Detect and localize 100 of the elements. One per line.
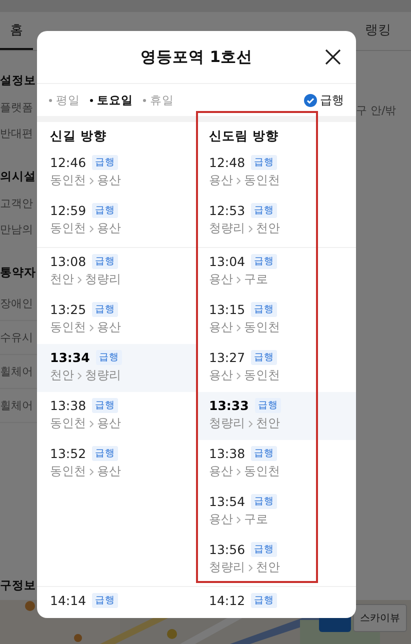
section-heading: 통약자 xyxy=(0,265,37,281)
express-badge: 급행 xyxy=(92,203,118,218)
direction-heading: 신도림 방향 xyxy=(208,127,280,145)
list-item-text: 고객안 xyxy=(0,196,34,212)
route-destination: 청량리 xyxy=(85,271,121,288)
departure-time: 12:46 xyxy=(50,155,86,170)
chevron-icon xyxy=(89,224,94,232)
route-destination: 용산 xyxy=(97,220,121,237)
route-origin: 용산 xyxy=(209,271,233,288)
chevron-icon xyxy=(77,276,82,284)
departure-time: 13:34 xyxy=(50,350,90,365)
departure-time: 13:27 xyxy=(209,350,246,365)
chevron-icon xyxy=(89,420,94,428)
express-badge: 급행 xyxy=(251,203,278,218)
chevron-icon xyxy=(89,176,94,184)
route-origin: 용산 xyxy=(209,319,233,336)
route-destination: 용산 xyxy=(97,319,121,336)
express-checkbox[interactable]: 급행 xyxy=(304,92,344,108)
route-origin: 용산 xyxy=(209,463,233,480)
express-badge: 급행 xyxy=(92,254,118,269)
departure-time: 14:12 xyxy=(209,593,246,608)
departure-time: 13:33 xyxy=(209,398,249,413)
chevron-icon xyxy=(89,468,94,476)
departure-time: 12:59 xyxy=(50,203,86,218)
dialog-title: 영등포역 1호선 xyxy=(140,46,253,68)
express-badge: 급행 xyxy=(251,494,278,509)
express-badge: 급행 xyxy=(92,155,118,170)
check-icon xyxy=(304,94,317,106)
direction-heading: 신길 방향 xyxy=(49,127,108,145)
route-origin: 청량리 xyxy=(209,220,245,237)
departure-time: 12:53 xyxy=(209,203,246,218)
route-destination: 천안 xyxy=(256,559,280,576)
departure-time: 13:54 xyxy=(209,494,246,509)
chevron-icon xyxy=(248,420,253,428)
departure-time: 13:08 xyxy=(50,254,86,269)
route-origin: 청량리 xyxy=(209,415,245,432)
list-item-text: 반대편 xyxy=(0,126,34,142)
chevron-icon xyxy=(236,516,241,524)
departure-time: 12:48 xyxy=(209,155,246,170)
section-heading: 구정보 xyxy=(0,578,37,594)
express-badge: 급행 xyxy=(251,593,278,608)
departure-time: 13:04 xyxy=(209,254,246,269)
express-badge: 급행 xyxy=(251,350,278,365)
day-filter[interactable]: 토요일 xyxy=(90,92,133,108)
express-badge: 급행 xyxy=(92,593,118,608)
list-item-text: 플랫폼 xyxy=(0,100,34,116)
departure-time: 13:15 xyxy=(209,302,246,317)
route-destination: 천안 xyxy=(256,220,280,237)
route-origin: 용산 xyxy=(209,172,233,189)
departure-time: 13:38 xyxy=(50,398,86,413)
route-destination: 용산 xyxy=(97,172,121,189)
departure-time: 14:14 xyxy=(50,593,86,608)
route-origin: 동인천 xyxy=(50,415,86,432)
chevron-icon xyxy=(236,176,241,184)
route-destination: 구로 xyxy=(244,511,268,528)
route-origin: 용산 xyxy=(209,511,233,528)
route-origin: 용산 xyxy=(209,367,233,384)
chevron-icon xyxy=(236,372,241,380)
route-destination: 동인천 xyxy=(244,319,280,336)
express-badge: 급행 xyxy=(251,254,278,269)
express-badge: 급행 xyxy=(96,350,122,365)
express-badge: 급행 xyxy=(251,155,278,170)
chevron-icon xyxy=(236,276,241,284)
chevron-icon xyxy=(248,224,253,232)
route-destination: 용산 xyxy=(97,415,121,432)
list-item-text: 구 안/밖 xyxy=(356,103,398,118)
chevron-icon xyxy=(89,324,94,332)
express-badge: 급행 xyxy=(251,542,278,557)
route-origin: 동인천 xyxy=(50,172,86,189)
route-destination: 청량리 xyxy=(85,367,121,384)
express-badge: 급행 xyxy=(251,446,278,461)
route-origin: 천안 xyxy=(50,367,74,384)
chevron-icon xyxy=(248,564,253,572)
express-badge: 급행 xyxy=(92,302,118,317)
express-badge: 급행 xyxy=(92,398,118,413)
skyview-button[interactable]: 스카이뷰 xyxy=(353,604,407,632)
route-origin: 청량리 xyxy=(209,559,245,576)
section-heading: 설정보 xyxy=(0,73,37,89)
chevron-icon xyxy=(236,468,241,476)
departure-time: 13:25 xyxy=(50,302,86,317)
page-tab[interactable]: 홈 xyxy=(0,12,33,50)
express-badge: 급행 xyxy=(251,302,278,317)
route-origin: 동인천 xyxy=(50,463,86,480)
chevron-icon xyxy=(77,372,82,380)
route-destination: 용산 xyxy=(97,463,121,480)
route-destination: 천안 xyxy=(256,415,280,432)
departure-time: 13:56 xyxy=(209,542,246,557)
chevron-icon xyxy=(236,324,241,332)
route-origin: 동인천 xyxy=(50,220,86,237)
express-badge: 급행 xyxy=(254,398,281,413)
close-icon[interactable] xyxy=(324,48,342,66)
day-filter[interactable]: 평일 xyxy=(49,92,80,108)
day-filter[interactable]: 휴일 xyxy=(143,92,174,108)
departure-time: 13:52 xyxy=(50,446,86,461)
page-tab[interactable]: 랭킹 xyxy=(355,12,401,50)
route-destination: 동인천 xyxy=(244,367,280,384)
list-item-text: 만남의 xyxy=(0,222,34,238)
route-origin: 동인천 xyxy=(50,319,86,336)
express-badge: 급행 xyxy=(92,446,118,461)
departure-time: 13:38 xyxy=(209,446,246,461)
